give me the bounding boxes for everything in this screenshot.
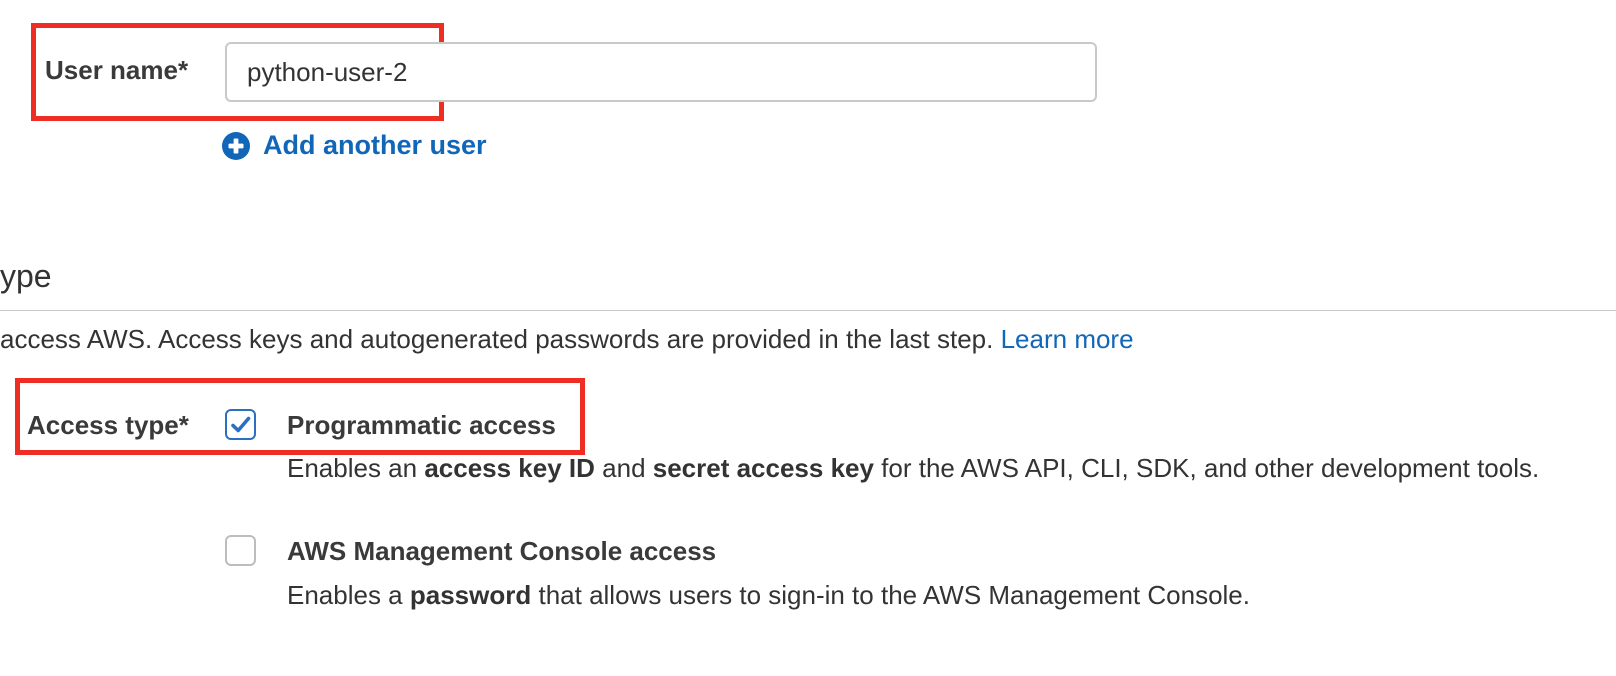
programmatic-access-checkbox[interactable]	[225, 409, 256, 440]
programmatic-access-description: Enables an access key ID and secret acce…	[287, 448, 1547, 489]
desc-bold-text: password	[409, 580, 532, 610]
username-input[interactable]	[225, 42, 1097, 102]
desc-text: for the AWS API, CLI, SDK, and other dev…	[873, 453, 1540, 483]
console-access-description: Enables a password that allows users to …	[287, 575, 1250, 616]
section-description: access AWS. Access keys and autogenerate…	[0, 324, 1134, 355]
access-type-label: Access type*	[27, 410, 189, 440]
learn-more-link[interactable]: Learn more	[1001, 324, 1134, 354]
desc-text: and	[594, 453, 653, 483]
add-another-user-link[interactable]: Add another user	[222, 130, 487, 161]
section-divider	[0, 310, 1616, 311]
desc-bold-text: secret access key	[652, 453, 874, 483]
desc-text: Enables a	[287, 580, 410, 610]
desc-text: that allows users to sign-in to the AWS …	[531, 580, 1250, 610]
programmatic-access-title: Programmatic access	[287, 410, 556, 440]
add-another-user-label: Add another user	[263, 130, 487, 160]
checkmark-icon	[231, 416, 251, 433]
console-access-title: AWS Management Console access	[287, 536, 717, 566]
section-description-text: access AWS. Access keys and autogenerate…	[0, 324, 1001, 354]
username-label: User name*	[45, 55, 189, 85]
console-access-checkbox[interactable]	[225, 535, 256, 566]
section-title: ype	[0, 258, 52, 294]
desc-text: Enables an	[287, 453, 425, 483]
desc-bold-text: access key ID	[424, 453, 595, 483]
plus-circle-icon	[222, 131, 250, 160]
